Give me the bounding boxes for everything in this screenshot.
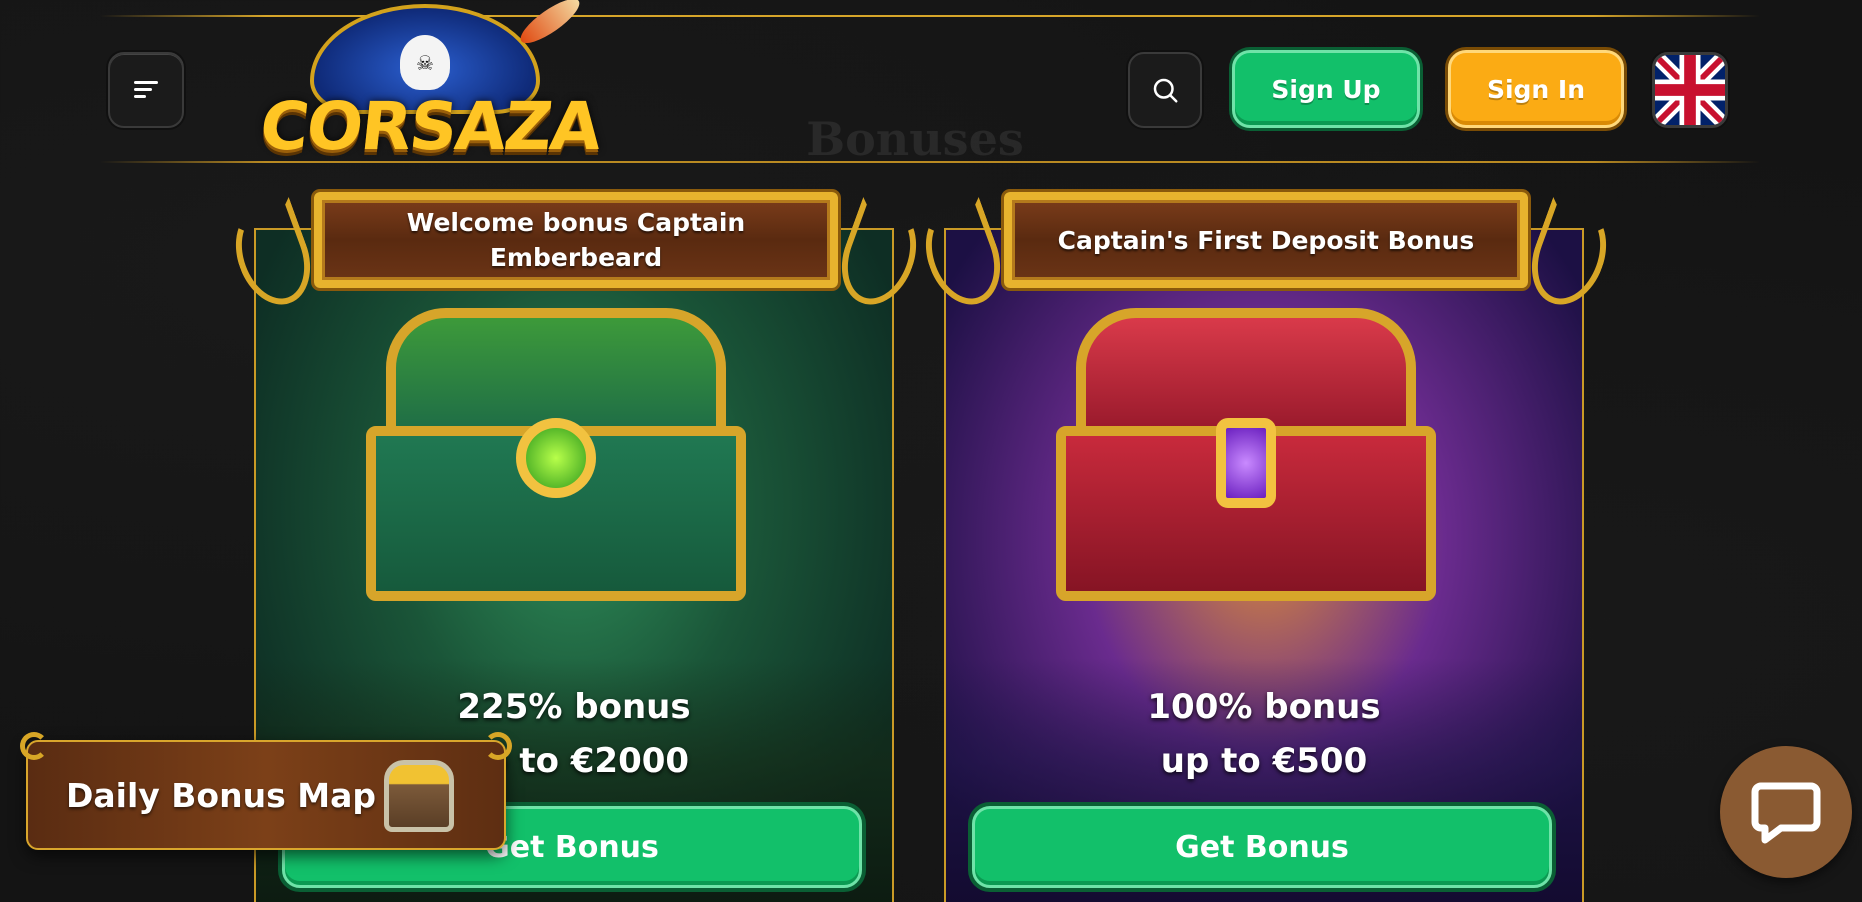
bonus-percentage: 225% bonus (457, 687, 691, 727)
daily-bonus-map-widget[interactable]: Daily Bonus Map (20, 732, 512, 850)
feather-icon (515, 0, 585, 51)
hamburger-menu-icon (134, 81, 158, 99)
corsaza-logo[interactable]: ☠ CORSAZA (250, 0, 610, 178)
bonus-card-first-deposit: Captain's First Deposit Bonus 100% bonus… (913, 188, 1619, 902)
bonus-title-banner: Captain's First Deposit Bonus (1004, 188, 1528, 292)
search-icon (1153, 78, 1178, 103)
treasure-chest-icon (384, 760, 454, 832)
bonus-title: Captain's First Deposit Bonus (1057, 225, 1475, 255)
search-button[interactable] (1128, 52, 1202, 128)
bonus-percentage: 100% bonus (1147, 687, 1381, 727)
uk-flag-icon (1655, 55, 1725, 125)
treasure-chest-image (1056, 308, 1436, 608)
skull-icon: ☠ (400, 35, 450, 90)
live-chat-button[interactable] (1720, 746, 1852, 878)
logo-wordmark: CORSAZA (256, 88, 604, 165)
chat-bubble-icon (1751, 782, 1821, 844)
site-header: ☠ CORSAZA Bonuses Sign Up Sign In (0, 0, 1862, 170)
menu-button[interactable] (108, 52, 184, 128)
language-selector[interactable] (1652, 52, 1728, 128)
bonus-title: Welcome bonus Captain Emberbeard (406, 208, 746, 272)
sign-up-button[interactable]: Sign Up (1232, 50, 1420, 128)
bonus-limit: up to €500 (1160, 741, 1368, 781)
get-bonus-button[interactable]: Get Bonus (972, 806, 1552, 888)
sign-in-button[interactable]: Sign In (1448, 50, 1624, 128)
bonus-offer: 100% bonus up to €500 (944, 680, 1584, 788)
page-title: Bonuses (806, 112, 1024, 166)
gold-curl-ornament (484, 732, 512, 760)
daily-bonus-label: Daily Bonus Map (66, 775, 376, 815)
gold-curl-ornament (20, 732, 48, 760)
treasure-chest-image (366, 308, 746, 608)
bonus-title-banner: Welcome bonus Captain Emberbeard (314, 188, 838, 292)
